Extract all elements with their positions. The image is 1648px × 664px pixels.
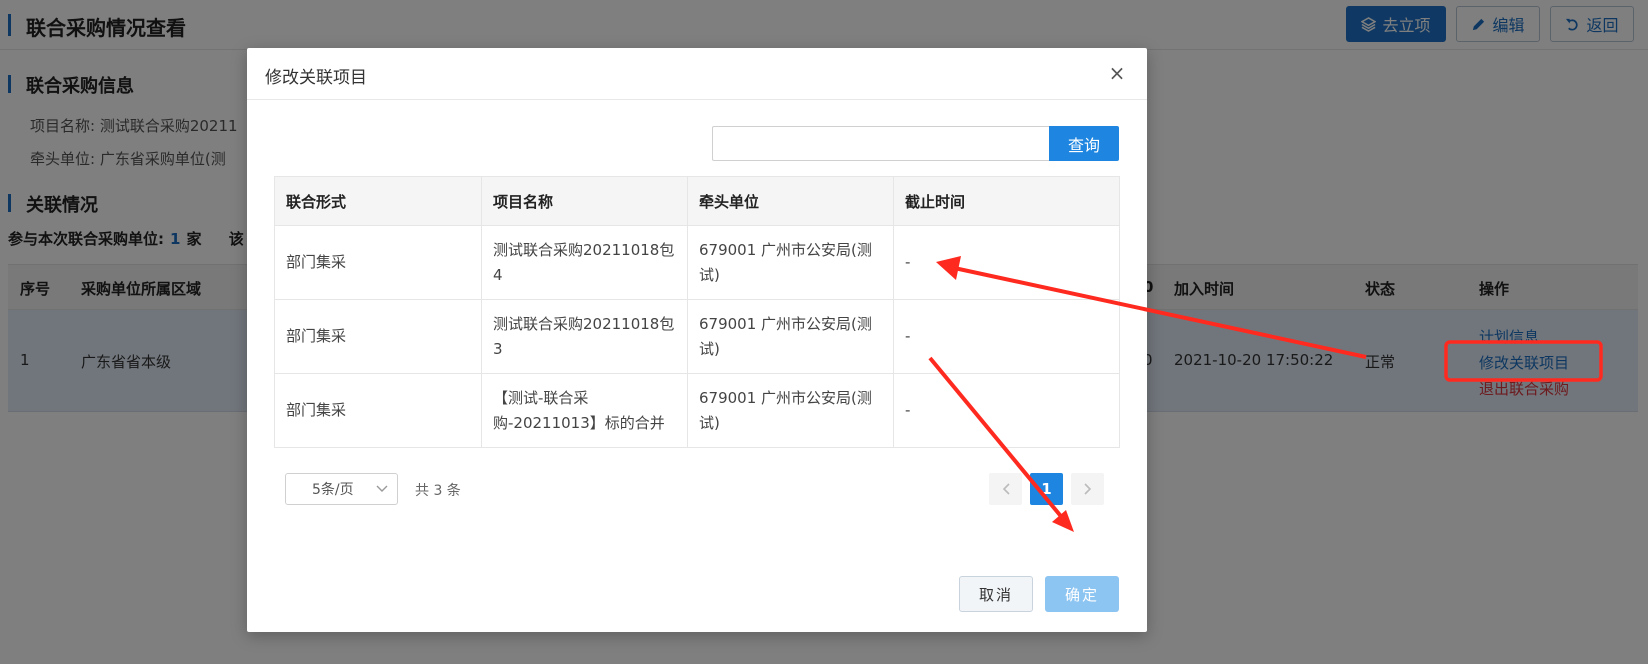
- dialog-header: 修改关联项目 ×: [247, 48, 1147, 100]
- table-row[interactable]: 部门集采 【测试-联合采购-20211013】标的合并 679001 广州市公安…: [274, 373, 1120, 448]
- cancel-button[interactable]: 取消: [959, 576, 1033, 612]
- close-icon[interactable]: ×: [1107, 63, 1127, 83]
- chevron-down-icon: [376, 485, 388, 492]
- cell-deadline: -: [893, 225, 1120, 300]
- modify-related-project-dialog: 修改关联项目 × 查询 联合形式 项目名称 牵头单位 截止时间 部门集采 测试联…: [247, 48, 1147, 632]
- cell-form: 部门集采: [274, 299, 482, 374]
- total-count: 共 3 条: [415, 483, 461, 499]
- page-size-select[interactable]: 5条/页: [285, 473, 398, 505]
- chevron-left-icon: [1002, 483, 1010, 495]
- cell-form: 部门集采: [274, 225, 482, 300]
- table-row[interactable]: 部门集采 测试联合采购20211018包4 679001 广州市公安局(测试) …: [274, 225, 1120, 300]
- cell-deadline: -: [893, 299, 1120, 374]
- cell-deadline: -: [893, 373, 1120, 448]
- th-name: 项目名称: [481, 176, 688, 226]
- search-input[interactable]: [712, 126, 1049, 161]
- cell-name: 测试联合采购20211018包4: [481, 225, 688, 300]
- page-number-button[interactable]: 1: [1030, 473, 1063, 505]
- cell-form: 部门集采: [274, 373, 482, 448]
- projects-table: 联合形式 项目名称 牵头单位 截止时间 部门集采 测试联合采购20211018包…: [274, 176, 1120, 448]
- cell-name: 测试联合采购20211018包3: [481, 299, 688, 374]
- chevron-right-icon: [1083, 483, 1091, 495]
- dialog-title: 修改关联项目: [265, 68, 367, 88]
- prev-page-button[interactable]: [989, 473, 1022, 505]
- th-form: 联合形式: [274, 176, 482, 226]
- search-button[interactable]: 查询: [1049, 126, 1119, 161]
- cell-unit: 679001 广州市公安局(测试): [687, 299, 894, 374]
- cell-unit: 679001 广州市公安局(测试): [687, 373, 894, 448]
- next-page-button[interactable]: [1071, 473, 1104, 505]
- confirm-button[interactable]: 确定: [1045, 576, 1119, 612]
- th-deadline: 截止时间: [893, 176, 1120, 226]
- table-row[interactable]: 部门集采 测试联合采购20211018包3 679001 广州市公安局(测试) …: [274, 299, 1120, 374]
- cell-name: 【测试-联合采购-20211013】标的合并: [481, 373, 688, 448]
- cell-unit: 679001 广州市公安局(测试): [687, 225, 894, 300]
- table-header-row: 联合形式 项目名称 牵头单位 截止时间: [274, 176, 1120, 226]
- page-size-value: 5条/页: [312, 482, 354, 498]
- th-unit: 牵头单位: [687, 176, 894, 226]
